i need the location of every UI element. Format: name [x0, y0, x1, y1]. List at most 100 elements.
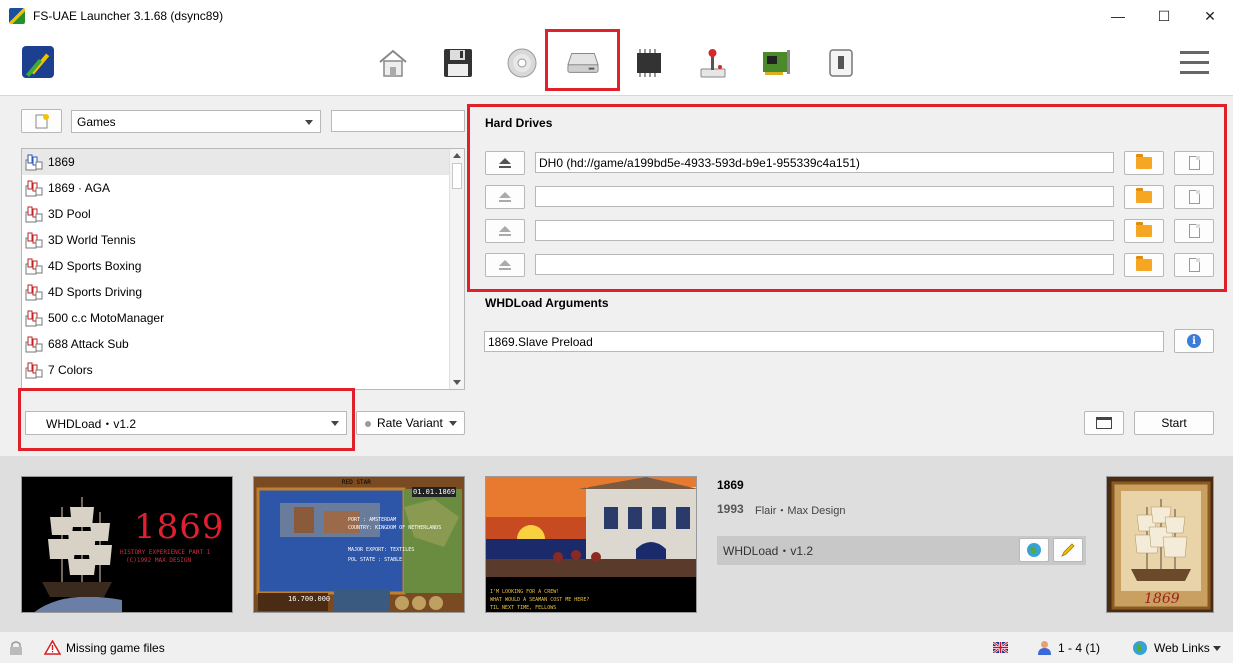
game-list-item-label: 4D Sports Driving	[48, 285, 143, 299]
game-list-item[interactable]: 4D Sports Driving	[22, 279, 464, 305]
map-date: 01.01.1869	[412, 487, 457, 497]
hard-drive-path-input[interactable]	[535, 254, 1114, 275]
missing-files-label: Missing game files	[66, 641, 165, 655]
game-list-item[interactable]: 1869 · AGA	[22, 175, 464, 201]
game-list-item[interactable]: 7 Colors	[22, 357, 464, 383]
game-variant-label: WHDLoad・v1.2	[723, 544, 814, 558]
hard-drive-path-input[interactable]	[535, 220, 1114, 241]
close-button[interactable]: ✕	[1187, 0, 1233, 32]
cover-title: 1869	[1144, 591, 1180, 607]
browse-folder-button[interactable]	[1124, 185, 1164, 209]
expansion-card-icon[interactable]	[760, 46, 794, 80]
fullscreen-toggle-button[interactable]	[1084, 411, 1124, 435]
game-red-icon	[25, 310, 43, 327]
browse-folder-button[interactable]	[1124, 219, 1164, 243]
switch-icon[interactable]	[824, 46, 858, 80]
tavern-text1: I'M LOOKING FOR A CREW!	[490, 589, 560, 595]
edit-variant-button[interactable]	[1053, 538, 1083, 562]
memory-chip-icon[interactable]	[632, 46, 666, 80]
web-links-menu[interactable]: Web Links	[1154, 641, 1210, 655]
game-title: 1869	[717, 478, 744, 492]
whdload-arguments-input[interactable]: 1869.Slave Preload	[484, 331, 1164, 352]
web-search-button[interactable]	[1019, 538, 1049, 562]
folder-icon	[1136, 256, 1152, 271]
window-icon	[1096, 417, 1112, 429]
whdload-arguments-title: WHDLoad Arguments	[485, 296, 609, 310]
game-red-icon	[25, 180, 43, 197]
browse-folder-button[interactable]	[1124, 151, 1164, 175]
game-list-item-label: 7 Colors	[48, 363, 93, 377]
file-icon	[1188, 224, 1200, 238]
game-variant-bar: WHDLoad・v1.2	[717, 536, 1086, 565]
rating-dot-icon	[365, 421, 371, 427]
hard-drive-path-input[interactable]: DH0 (hd://game/a199bd5e-4933-593d-b9e1-9…	[535, 152, 1114, 173]
home-icon[interactable]	[376, 46, 410, 80]
scroll-down-icon[interactable]	[453, 380, 461, 385]
game-list-item[interactable]: 688 Attack Sub	[22, 331, 464, 357]
fs-uae-logo-icon[interactable]	[22, 46, 54, 78]
joystick-icon[interactable]	[696, 46, 730, 80]
whdload-info-button[interactable]: i	[1174, 329, 1214, 353]
file-icon	[1188, 258, 1200, 272]
chevron-down-icon	[331, 421, 339, 426]
floppy-icon[interactable]	[441, 46, 475, 80]
game-list-item-label: 1869 · AGA	[48, 181, 111, 195]
chevron-down-icon[interactable]	[1213, 646, 1221, 651]
map-country: COUNTRY: KINGDOM OF NETHERLANDS	[348, 525, 442, 531]
eject-drive-button[interactable]	[485, 185, 525, 209]
hard-drive-icon[interactable]	[566, 45, 600, 79]
start-button[interactable]: Start	[1134, 411, 1214, 435]
game-list-item[interactable]: 500 c.c MotoManager	[22, 305, 464, 331]
browse-file-button[interactable]	[1174, 185, 1214, 209]
pencil-icon	[1061, 543, 1075, 557]
eject-icon	[499, 226, 511, 236]
new-config-button[interactable]	[21, 109, 62, 133]
game-red-icon	[25, 258, 43, 275]
chevron-down-icon	[449, 421, 457, 426]
eject-icon	[499, 192, 511, 202]
title-screen-line2: (C)1992 MAX DESIGN	[126, 557, 192, 564]
map-export: MAJOR EXPORT: TEXTILES	[348, 547, 415, 553]
scroll-up-icon[interactable]	[453, 153, 461, 158]
game-list-item[interactable]: 4D Sports Boxing	[22, 253, 464, 279]
minimize-button[interactable]: —	[1095, 0, 1141, 32]
hamburger-menu-icon[interactable]	[1180, 51, 1209, 74]
scroll-thumb[interactable]	[452, 163, 462, 189]
game-list-item[interactable]: 1869	[22, 149, 464, 175]
rate-variant-label: Rate Variant	[377, 416, 443, 430]
screenshot-tavern[interactable]: I'M LOOKING FOR A CREW! WHAT WOULD A SEA…	[485, 476, 697, 613]
game-red-icon	[25, 206, 43, 223]
eject-drive-button[interactable]	[485, 253, 525, 277]
database-select[interactable]: Games	[71, 110, 321, 133]
game-red-icon	[25, 284, 43, 301]
new-document-icon	[35, 114, 49, 129]
search-input[interactable]	[331, 110, 465, 132]
game-year: 1993	[717, 502, 744, 516]
browse-file-button[interactable]	[1174, 253, 1214, 277]
browse-folder-button[interactable]	[1124, 253, 1164, 277]
cover-art[interactable]: 1869	[1106, 476, 1214, 613]
game-list[interactable]: 1869 1869 · AGA 3D Pool 3D World Tennis 4D S…	[21, 148, 465, 390]
eject-drive-button[interactable]	[485, 151, 525, 175]
hard-drive-path-input[interactable]	[535, 186, 1114, 207]
tavern-text3: TIL NEXT TIME, FELLOWS	[490, 605, 557, 611]
cdrom-icon[interactable]	[505, 46, 539, 80]
map-port: PORT : AMSTERDAM	[348, 517, 397, 523]
rate-variant-select[interactable]: Rate Variant	[356, 411, 465, 435]
variant-select-value: WHDLoad・v1.2	[46, 416, 137, 431]
variant-select[interactable]: WHDLoad・v1.2	[25, 411, 347, 435]
screenshot-title-screen[interactable]: 1869 HISTORY EXPERIENCE PART I (C)1992 M…	[21, 476, 233, 613]
game-list-scrollbar[interactable]	[449, 149, 464, 389]
browse-file-button[interactable]	[1174, 151, 1214, 175]
uk-flag-icon[interactable]	[993, 642, 1008, 653]
game-blue-icon	[25, 154, 43, 171]
lock-icon[interactable]	[9, 640, 23, 656]
map-image	[254, 477, 464, 612]
screenshot-map[interactable]: RED STAR 01.01.1869 PORT : AMSTERDAM COU…	[253, 476, 465, 613]
game-list-item[interactable]: 3D World Tennis	[22, 227, 464, 253]
eject-drive-button[interactable]	[485, 219, 525, 243]
chevron-down-icon	[305, 120, 313, 125]
maximize-button[interactable]: ☐	[1141, 0, 1187, 32]
browse-file-button[interactable]	[1174, 219, 1214, 243]
game-list-item[interactable]: 3D Pool	[22, 201, 464, 227]
